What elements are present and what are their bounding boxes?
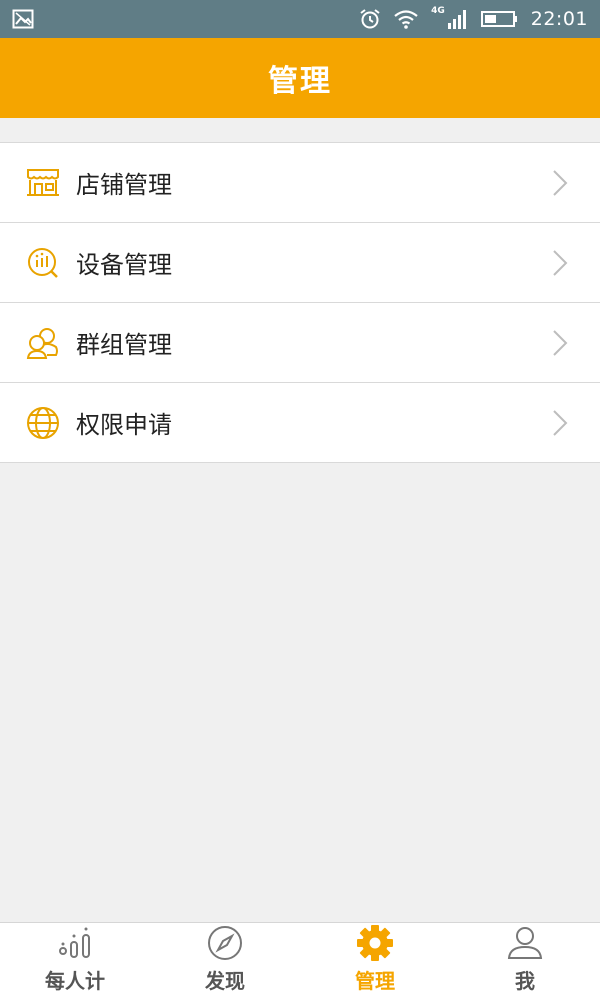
chevron-right-icon — [550, 408, 570, 438]
stats-icon — [55, 923, 95, 963]
tab-label: 发现 — [205, 969, 245, 993]
image-notification-icon — [12, 9, 34, 29]
user-icon — [505, 923, 545, 963]
globe-icon — [24, 404, 62, 442]
menu-item-label: 设备管理 — [76, 251, 172, 279]
menu-item-device-management[interactable]: 设备管理 — [0, 223, 600, 303]
menu-item-permission-request[interactable]: 权限申请 — [0, 383, 600, 463]
tab-stats[interactable]: 每人计 — [0, 923, 150, 1000]
app-header: 管理 — [0, 38, 600, 118]
battery-icon — [480, 9, 519, 29]
tab-me[interactable]: 我 — [450, 923, 600, 1000]
device-icon — [24, 244, 62, 282]
chevron-right-icon — [550, 248, 570, 278]
tab-label: 管理 — [355, 969, 395, 993]
network-type-label: 4G — [431, 6, 445, 16]
menu-item-label: 群组管理 — [76, 331, 172, 359]
page-title: 管理 — [268, 64, 332, 99]
menu-item-label: 权限申请 — [76, 411, 172, 439]
chevron-right-icon — [550, 328, 570, 358]
gear-icon — [355, 923, 395, 963]
menu-item-store-management[interactable]: 店铺管理 — [0, 143, 600, 223]
compass-icon — [205, 923, 245, 963]
menu-list: 店铺管理 设备管理 群组管理 权限申请 — [0, 142, 600, 463]
tab-label: 每人计 — [45, 969, 105, 993]
status-bar: 4G 22:01 — [0, 0, 600, 38]
chevron-right-icon — [550, 168, 570, 198]
tab-label: 我 — [515, 969, 535, 993]
tab-manage[interactable]: 管理 — [300, 923, 450, 1000]
tab-discover[interactable]: 发现 — [150, 923, 300, 1000]
store-icon — [24, 164, 62, 202]
group-icon — [24, 324, 62, 362]
menu-item-label: 店铺管理 — [76, 171, 172, 199]
signal-icon — [447, 8, 469, 30]
clock: 22:01 — [530, 8, 588, 30]
bottom-tab-bar: 每人计 发现 管理 我 — [0, 922, 600, 1000]
alarm-icon — [359, 8, 381, 30]
wifi-icon — [393, 9, 419, 29]
menu-item-group-management[interactable]: 群组管理 — [0, 303, 600, 383]
